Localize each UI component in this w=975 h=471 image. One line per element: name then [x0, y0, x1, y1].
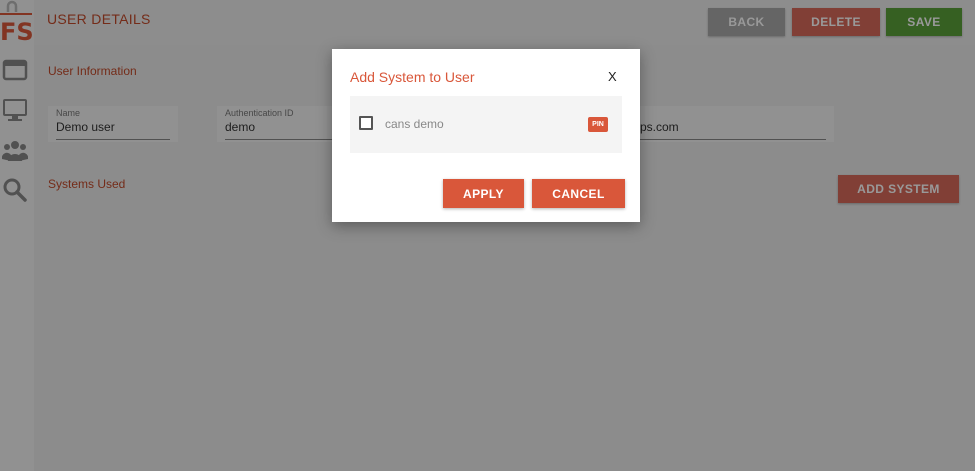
system-option-label[interactable]: cans demo	[385, 117, 444, 131]
close-button[interactable]: X	[608, 69, 617, 84]
pin-badge: PIN	[588, 117, 608, 132]
apply-button[interactable]: APPLY	[443, 179, 524, 208]
cancel-button[interactable]: CANCEL	[532, 179, 625, 208]
cans-demo-checkbox[interactable]	[359, 116, 373, 130]
add-system-dialog: Add System to User X cans demo PIN APPLY…	[332, 49, 640, 222]
system-option-list: cans demo PIN	[350, 96, 622, 153]
dialog-title: Add System to User	[350, 69, 475, 85]
